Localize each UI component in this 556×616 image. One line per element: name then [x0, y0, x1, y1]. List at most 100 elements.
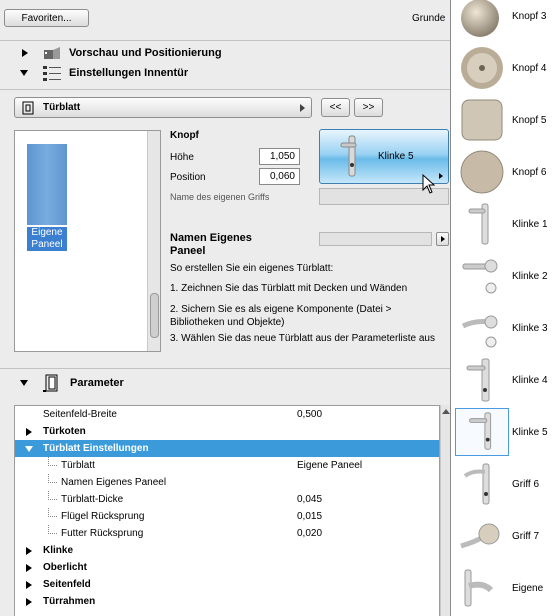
handle-option[interactable]: Klinke 4 [451, 354, 556, 406]
square-knob-icon [461, 99, 503, 141]
next-page-button[interactable]: >> [354, 98, 383, 117]
panel-thumbnail[interactable] [27, 144, 67, 225]
door-icon [43, 374, 58, 392]
griff-name-label: Name des eigenen Griffs [170, 192, 270, 202]
handle-options-panel[interactable]: Knopf 3 Knopf 4 Knopf 5 Knopf 6 Klinke 1… [450, 0, 556, 616]
handle-option-label: Griff 6 [512, 478, 540, 490]
handle-option[interactable]: Knopf 3 [451, 0, 556, 42]
param-row[interactable]: Türblatt Eigene Paneel [15, 457, 439, 474]
page-selector[interactable]: Türblatt [14, 97, 312, 118]
hoehe-field[interactable]: 1,050 [259, 148, 300, 165]
param-name: Oberlicht [43, 562, 87, 573]
section-preview-label: Vorschau und Positionierung [69, 47, 222, 59]
parameter-list[interactable]: Seitenfeld-Breite 0,500 Türkoten Türblat… [14, 405, 440, 616]
custom-panel-name-field[interactable] [319, 232, 432, 246]
param-group-row[interactable]: Seitenfeld [15, 576, 439, 593]
param-row[interactable]: Türblatt-Dicke 0,045 [15, 491, 439, 508]
favorites-button[interactable]: Favoriten... [4, 9, 89, 27]
param-name: Klinke [43, 545, 74, 556]
handle-option[interactable]: Knopf 6 [451, 146, 556, 198]
hoehe-label: Höhe [170, 152, 194, 163]
handle-option-label: Knopf 3 [512, 10, 547, 22]
param-name: Seitenfeld-Breite [43, 409, 117, 420]
custom-handle-icon [464, 569, 494, 607]
param-group-row[interactable]: Oberlicht [15, 559, 439, 576]
position-field[interactable]: 0,060 [259, 168, 300, 185]
param-value: 0,500 [297, 409, 323, 420]
expanded-arrow-icon [25, 445, 33, 452]
handle-option[interactable]: Knopf 5 [451, 94, 556, 146]
handle-option-label: Knopf 5 [512, 114, 547, 126]
param-name: Türkoten [43, 426, 86, 437]
lever-plate-icon [468, 203, 489, 245]
section-parameters[interactable]: Parameter [0, 372, 450, 394]
param-row[interactable]: Flügel Rücksprung 0,015 [15, 508, 439, 525]
param-group-row[interactable]: Türrahmen [15, 593, 439, 610]
handle-option[interactable]: Knopf 4 [451, 42, 556, 94]
param-name: Türrahmen [43, 596, 96, 607]
param-row[interactable]: Namen Eigenes Paneel [15, 474, 439, 491]
param-group-row[interactable]: Klinke [15, 542, 439, 559]
param-name: Futter Rücksprung [61, 528, 144, 539]
collapsed-arrow-icon [26, 563, 32, 572]
panel-caption: Eigene Paneel [27, 227, 67, 251]
handle-option-selected[interactable]: Klinke 5 [451, 406, 556, 458]
custom-panel-expand-button[interactable] [436, 232, 449, 246]
handle-option-label: Klinke 3 [512, 322, 548, 334]
collapsed-arrow-icon [26, 580, 32, 589]
scroll-thumb[interactable] [150, 293, 159, 338]
knopf-title: Knopf [170, 130, 199, 141]
handle-option[interactable]: Griff 7 [451, 510, 556, 562]
divider [0, 368, 450, 369]
lever-plate-icon [463, 463, 490, 505]
handle-option[interactable]: Klinke 2 [451, 250, 556, 302]
door-panel-icon [22, 101, 34, 114]
expanded-arrow-icon [20, 380, 28, 386]
param-group-row[interactable]: Türkoten [15, 423, 439, 440]
param-value: 0,020 [297, 528, 323, 539]
custom-panel-step3: 3. Wählen Sie das neue Türblatt aus der … [170, 333, 435, 344]
collapsed-arrow-icon [26, 427, 32, 436]
knob-icon [461, 0, 499, 37]
panel-caption-line2: Paneel [31, 239, 63, 250]
param-row[interactable]: Seitenfeld-Breite 0,500 [15, 406, 439, 423]
position-label: Position [170, 172, 206, 183]
lever-handle-icon [340, 135, 357, 177]
custom-panel-intro: So erstellen Sie ein eigenes Türblatt: [170, 263, 334, 274]
handle-option[interactable]: Griff 6 [451, 458, 556, 510]
panel-list-scrollbar[interactable] [147, 131, 160, 351]
handle-option[interactable]: Eigene [451, 562, 556, 614]
handle-option[interactable]: Klinke 3 [451, 302, 556, 354]
prev-page-button[interactable]: << [321, 98, 350, 117]
lever-rose-icon [462, 259, 498, 294]
custom-panel-step2b: Bibliotheken und Objekte) [170, 317, 285, 328]
handle-option-label: Klinke 2 [512, 270, 548, 282]
param-row[interactable]: Futter Rücksprung 0,020 [15, 525, 439, 542]
param-group-row[interactable]: Türblatt Einstellungen [15, 440, 439, 457]
chevron-right-icon [300, 104, 305, 112]
dropdown-arrow-icon [439, 173, 443, 179]
param-name: Türblatt-Dicke [61, 494, 124, 505]
round-knob-icon [460, 150, 504, 194]
section-preview[interactable]: Vorschau und Positionierung [0, 44, 450, 62]
section-parameters-label: Parameter [70, 377, 124, 389]
handle-option-label: Klinke 4 [512, 374, 548, 386]
custom-panel-step2a: 2. Sichern Sie es als eigene Komponente … [170, 304, 392, 315]
knob-lock-icon [461, 47, 503, 89]
handle-option[interactable]: Klinke 1 [451, 198, 556, 250]
scroll-up-arrow-icon[interactable] [442, 409, 450, 414]
panel-preview-list[interactable]: Eigene Paneel [14, 130, 161, 352]
selected-handle-label: Klinke 5 [378, 151, 414, 162]
handle-option-label: Knopf 6 [512, 166, 547, 178]
handle-option-label: Knopf 4 [512, 62, 547, 74]
lever-plate-icon [455, 408, 509, 456]
section-settings[interactable]: Einstellungen Innentür [0, 63, 450, 83]
param-name: Flügel Rücksprung [61, 511, 145, 522]
panel-caption-line1: Eigene [31, 227, 63, 238]
handle-option-label: Griff 7 [512, 530, 540, 542]
expanded-arrow-icon [20, 70, 28, 76]
handle-option-label: Klinke 1 [512, 218, 548, 230]
parameter-list-scrollbar[interactable] [440, 405, 450, 616]
lever-knob-icon [460, 523, 500, 549]
handle-option-label: Eigene [512, 582, 544, 594]
